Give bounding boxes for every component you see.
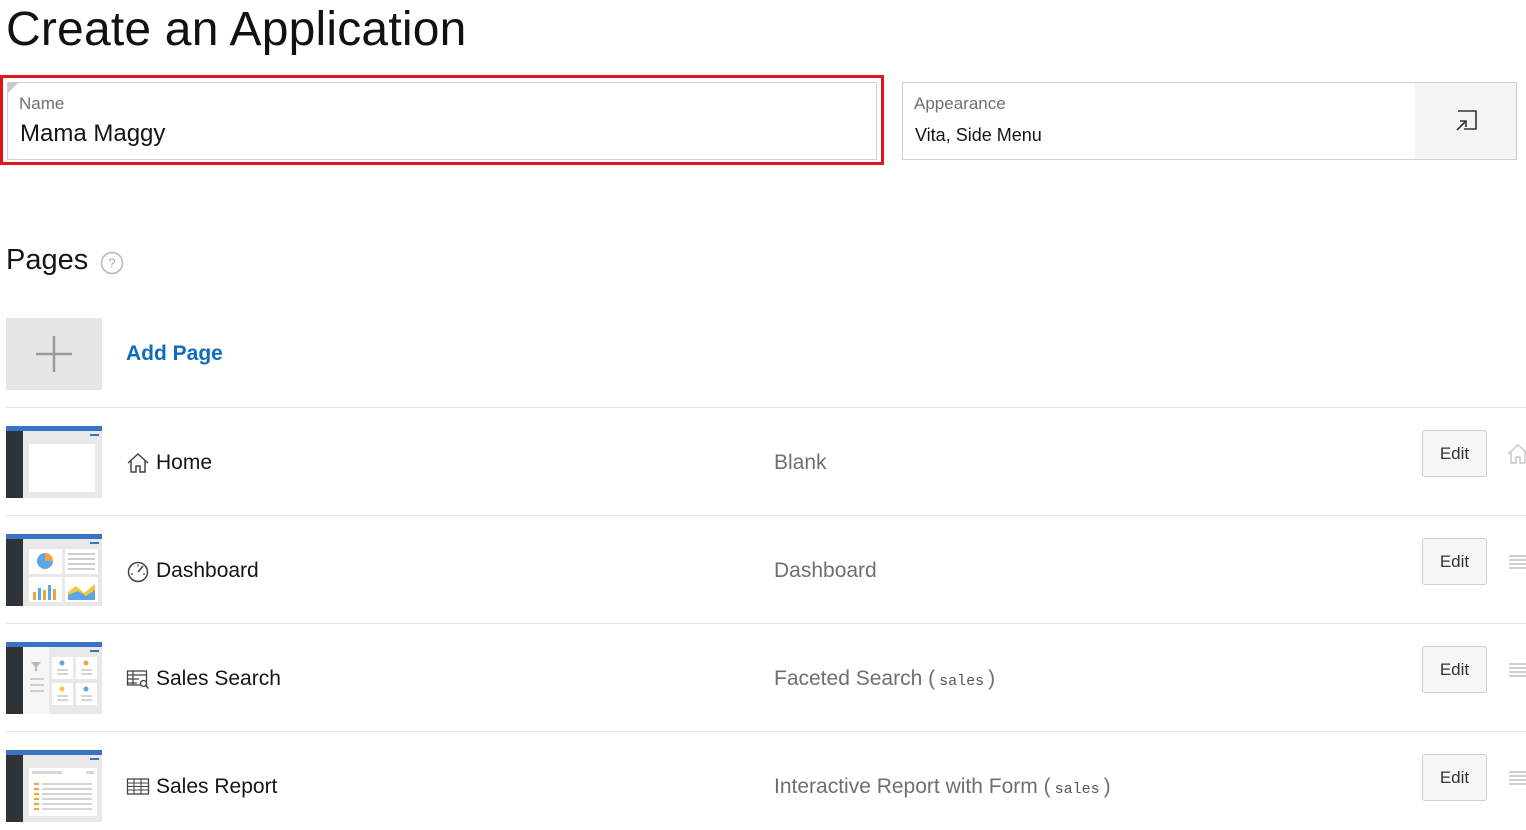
page-type-label: Faceted Search (774, 667, 923, 690)
page-source: sales (1054, 781, 1100, 798)
page-name-label: Sales Report (156, 775, 278, 798)
drag-handle-icon[interactable] (1506, 658, 1526, 682)
appearance-field[interactable]: Appearance Vita, Side Menu (902, 82, 1416, 160)
page-name-dashboard[interactable]: Dashboard (126, 558, 259, 584)
interactive-report-page-thumbnail (6, 750, 102, 822)
page-row-sales-report: Sales Report Interactive Report with For… (6, 731, 1526, 830)
svg-text:?: ? (108, 256, 115, 271)
page-type-label: Interactive Report with Form (774, 775, 1038, 798)
add-page-tile[interactable] (6, 318, 102, 390)
page-type: Blank (774, 451, 827, 475)
page-row-dashboard: Dashboard Dashboard Edit (6, 515, 1526, 623)
page-source-close-paren: ) (988, 667, 996, 690)
add-page-link[interactable]: Add Page (126, 342, 223, 366)
page-type: Interactive Report with Form (sales) (774, 775, 1111, 799)
open-dialog-icon (1455, 110, 1477, 131)
faceted-search-page-thumbnail (6, 642, 102, 714)
page-source-open-paren: ( (928, 667, 936, 690)
help-icon[interactable]: ? (100, 251, 124, 275)
page-source: sales (939, 673, 985, 690)
page-name-label: Dashboard (156, 559, 259, 582)
page-source-open-paren: ( (1043, 775, 1051, 798)
appearance-label: Appearance (914, 94, 1006, 113)
name-field[interactable]: Name (7, 82, 877, 160)
home-icon (1507, 443, 1526, 464)
page-row-sales-search: Sales Search Faceted Search (sales) Edit (6, 623, 1526, 731)
page-name-label: Sales Search (156, 667, 281, 690)
edit-button[interactable]: Edit (1422, 646, 1487, 693)
page-type-label: Dashboard (774, 559, 877, 582)
name-field-label: Name (19, 94, 65, 113)
page-name-sales-search[interactable]: Sales Search (126, 666, 281, 692)
pages-section-title: Pages (6, 244, 89, 276)
edit-button[interactable]: Edit (1422, 754, 1487, 801)
report-icon (126, 778, 150, 795)
edit-button[interactable]: Edit (1422, 430, 1487, 477)
page-title: Create an Application (6, 3, 467, 56)
name-input[interactable] (20, 119, 860, 149)
drag-handle-icon[interactable] (1506, 766, 1526, 790)
blank-page-thumbnail (6, 426, 102, 498)
dashboard-icon (127, 561, 149, 583)
faceted-search-icon (126, 670, 150, 690)
page-type: Dashboard (774, 559, 877, 583)
dashboard-page-thumbnail (6, 534, 102, 606)
page-type-label: Blank (774, 451, 827, 474)
appearance-value: Vita, Side Menu (915, 125, 1042, 145)
drag-handle-icon[interactable] (1506, 550, 1526, 574)
page-source-close-paren: ) (1103, 775, 1111, 798)
page-type: Faceted Search (sales) (774, 667, 995, 691)
create-application-page: Create an Application Name Appearance Vi… (0, 0, 1526, 830)
appearance-settings-button[interactable] (1415, 82, 1517, 160)
page-name-sales-report[interactable]: Sales Report (126, 774, 277, 800)
page-row-home: Home Blank Edit (6, 407, 1526, 515)
page-name-label: Home (156, 451, 213, 474)
plus-icon (36, 336, 72, 372)
required-corner-marker (8, 83, 18, 93)
edit-button[interactable]: Edit (1422, 538, 1487, 585)
home-icon (127, 452, 149, 473)
page-name-home[interactable]: Home (126, 450, 212, 476)
